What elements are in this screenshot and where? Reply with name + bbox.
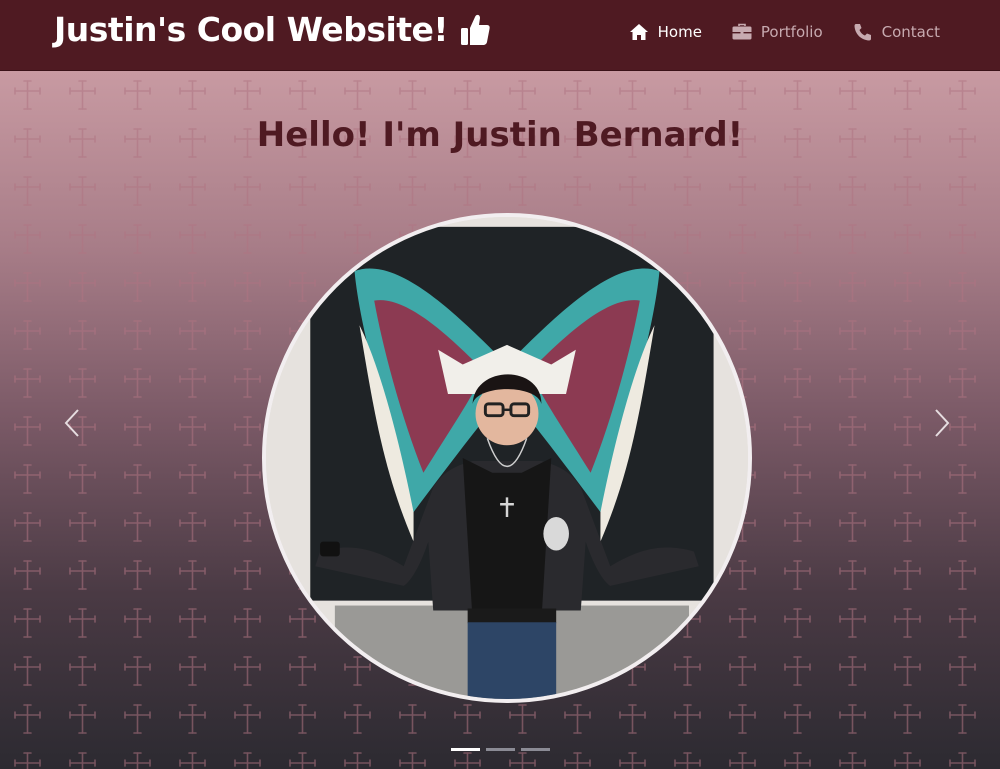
hero-heading: Hello! I'm Justin Bernard! (256, 115, 744, 155)
nav-home[interactable]: Home (629, 23, 702, 41)
carousel-indicator-2[interactable] (485, 748, 515, 751)
carousel-indicator-3[interactable] (520, 748, 550, 751)
main-nav: Home Portfolio Contact (629, 23, 940, 41)
carousel-indicator-1[interactable] (450, 748, 480, 751)
nav-home-label: Home (657, 23, 702, 41)
carousel-indicators (0, 748, 1000, 751)
nav-portfolio-label: Portfolio (760, 23, 823, 41)
chevron-left-icon (64, 409, 79, 437)
navbar: Justin's Cool Website! Home Portfolio Co… (0, 0, 1000, 71)
nav-portfolio[interactable]: Portfolio (732, 23, 823, 41)
phone-icon (853, 23, 873, 41)
carousel-next-button[interactable] (922, 403, 962, 443)
nav-contact-label: Contact (881, 23, 940, 41)
brand-title: Justin's Cool Website! (54, 10, 448, 49)
thumbs-up-icon (460, 13, 490, 47)
carousel-prev-button[interactable] (52, 403, 92, 443)
home-icon (629, 23, 649, 41)
profile-photo (262, 213, 752, 703)
chevron-right-icon (935, 409, 950, 437)
briefcase-icon (732, 23, 752, 41)
nav-contact[interactable]: Contact (853, 23, 940, 41)
brand-link[interactable]: Justin's Cool Website! (54, 10, 490, 49)
hero-carousel: Hello! I'm Justin Bernard! (0, 71, 1000, 769)
